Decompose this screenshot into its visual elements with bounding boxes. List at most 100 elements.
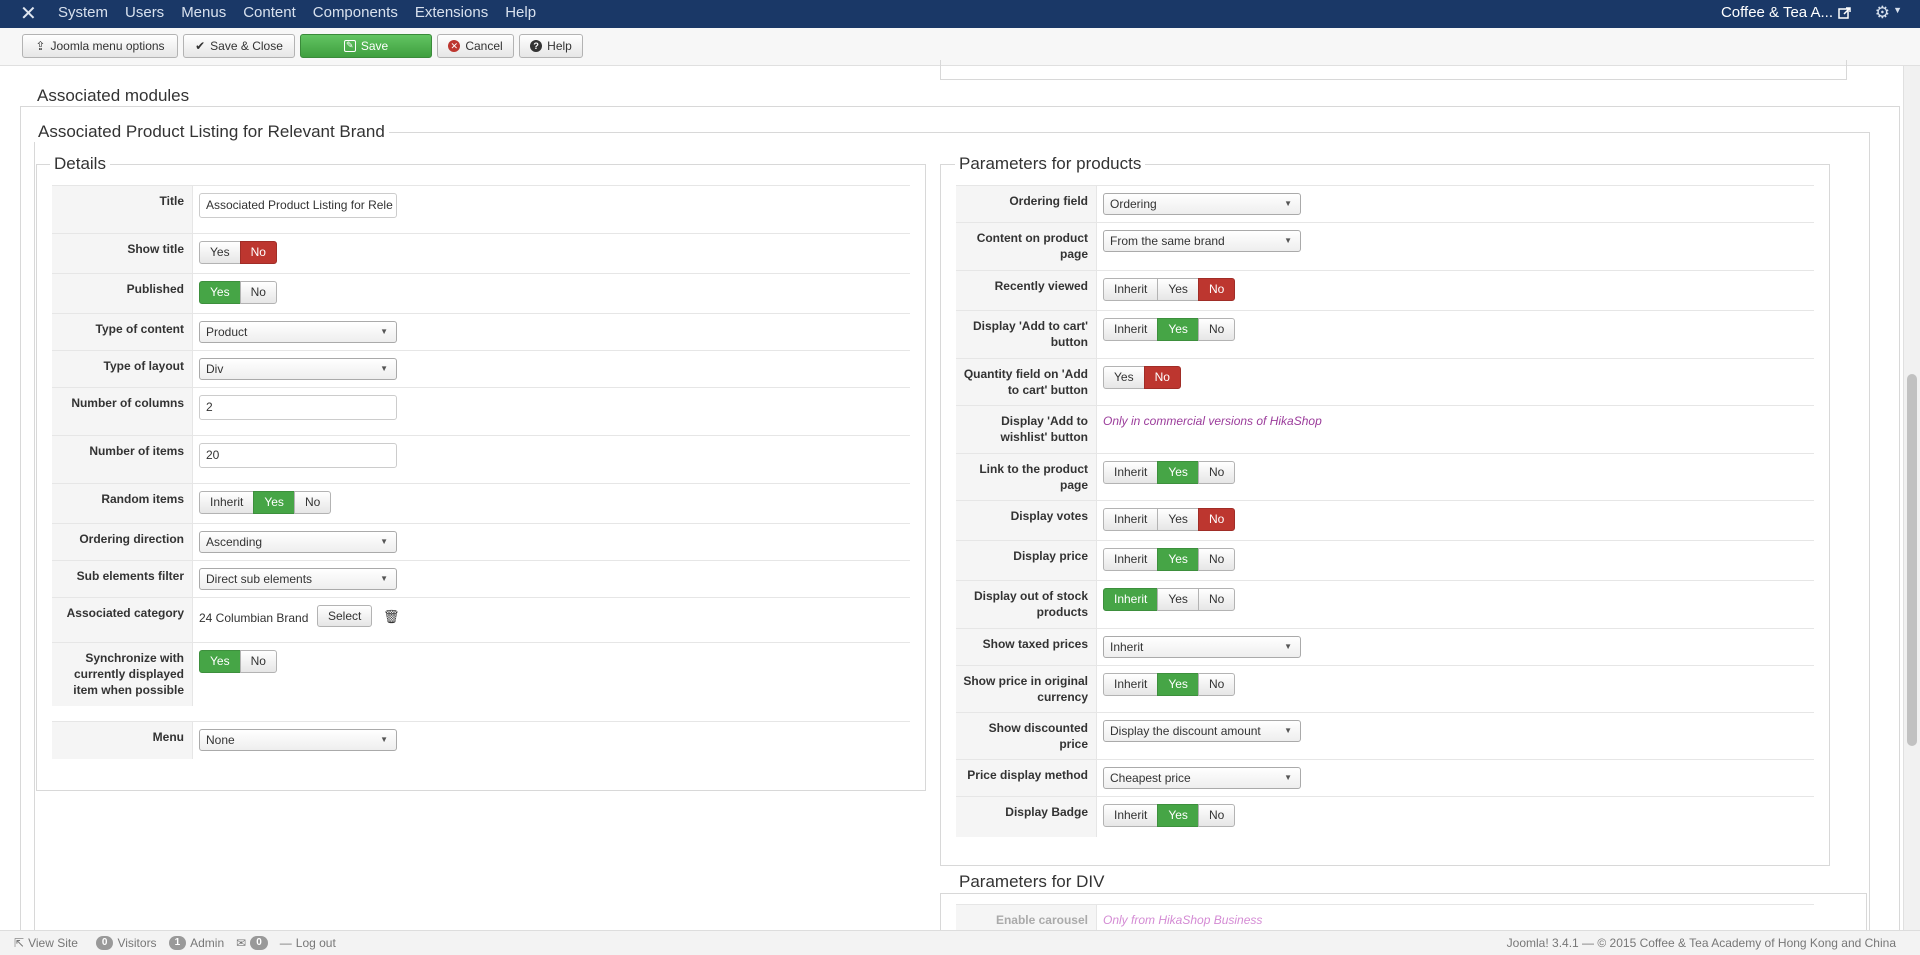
title-input[interactable]: Associated Product Listing for Rele: [199, 193, 397, 218]
row-badge: Display Badge Inherit Yes No: [956, 796, 1814, 837]
taxed-select[interactable]: Inherit ▼: [1103, 636, 1301, 658]
random-items-no[interactable]: No: [293, 491, 332, 514]
row-synchronize: Synchronize with currently displayed ite…: [52, 642, 910, 706]
published-toggle: Yes No: [199, 281, 277, 304]
orig-currency-yes[interactable]: Yes: [1157, 673, 1199, 696]
synchronize-toggle: Yes No: [199, 650, 277, 673]
chevron-down-icon: ▼: [380, 735, 388, 744]
recently-viewed-yes[interactable]: Yes: [1157, 278, 1199, 301]
num-items-input[interactable]: 20: [199, 443, 397, 468]
add-cart-inherit[interactable]: Inherit: [1103, 318, 1159, 341]
type-layout-select[interactable]: Div ▼: [199, 358, 397, 380]
row-recently-viewed: Recently viewed Inherit Yes No: [956, 270, 1814, 310]
row-out-stock: Display out of stock products Inherit Yes…: [956, 580, 1814, 628]
votes-inherit[interactable]: Inherit: [1103, 508, 1159, 531]
external-link-icon: ⇱: [14, 936, 25, 950]
admin-label[interactable]: Admin: [190, 936, 224, 950]
price-inherit[interactable]: Inherit: [1103, 548, 1159, 571]
menu-system[interactable]: System: [58, 0, 108, 28]
envelope-icon[interactable]: ✉: [236, 936, 246, 950]
trash-icon[interactable]: 🗑: [383, 609, 400, 625]
ordering-field-select[interactable]: Ordering ▼: [1103, 193, 1301, 215]
row-taxed: Show taxed prices Inherit ▼: [956, 628, 1814, 665]
synchronize-no[interactable]: No: [239, 650, 277, 673]
visitors-badge: 0: [95, 936, 114, 950]
upper-panel-bottom: [940, 60, 1847, 80]
published-yes[interactable]: Yes: [199, 281, 241, 304]
chevron-down-icon[interactable]: ▼: [1893, 5, 1902, 15]
badge-no[interactable]: No: [1197, 804, 1236, 827]
menu-content[interactable]: Content: [243, 0, 296, 28]
save-close-button[interactable]: ✔ Save & Close: [183, 34, 295, 58]
recently-viewed-inherit[interactable]: Inherit: [1103, 278, 1159, 301]
badge-yes[interactable]: Yes: [1157, 804, 1199, 827]
sub-filter-select[interactable]: Direct sub elements ▼: [199, 568, 397, 590]
qty-field-yes[interactable]: Yes: [1103, 366, 1145, 389]
random-items-inherit[interactable]: Inherit: [199, 491, 255, 514]
menu-select[interactable]: None ▼: [199, 729, 397, 751]
save-button[interactable]: ✎ Save: [300, 34, 432, 58]
messages-badge: 0: [250, 936, 268, 950]
price-yes[interactable]: Yes: [1157, 548, 1199, 571]
badge-inherit[interactable]: Inherit: [1103, 804, 1159, 827]
random-items-yes[interactable]: Yes: [253, 491, 295, 514]
show-title-no[interactable]: No: [239, 241, 277, 264]
link-product-no[interactable]: No: [1197, 461, 1236, 484]
orig-currency-no[interactable]: No: [1197, 673, 1236, 696]
admin-navbar: ✕ System Users Menus Content Components …: [0, 0, 1920, 28]
type-content-select[interactable]: Product ▼: [199, 321, 397, 343]
joomla-logo-icon[interactable]: ✕: [20, 4, 40, 24]
joomla-menu-options-button[interactable]: ⇪ Joomla menu options: [22, 34, 178, 58]
out-stock-no[interactable]: No: [1197, 588, 1236, 611]
recently-viewed-no[interactable]: No: [1197, 278, 1236, 301]
scrollbar-thumb[interactable]: [1907, 374, 1917, 746]
random-items-toggle: Inherit Yes No: [199, 491, 332, 514]
out-stock-inherit[interactable]: Inherit: [1103, 588, 1159, 611]
external-link-icon[interactable]: [1838, 6, 1852, 20]
chevron-down-icon: ▼: [380, 327, 388, 336]
edit-icon: ✎: [343, 40, 356, 52]
visitors-label[interactable]: Visitors: [117, 936, 156, 950]
orig-currency-inherit[interactable]: Inherit: [1103, 673, 1159, 696]
synchronize-yes[interactable]: Yes: [199, 650, 241, 673]
ordering-dir-select[interactable]: Ascending ▼: [199, 531, 397, 553]
chevron-down-icon: ▼: [1284, 773, 1292, 782]
view-site-link[interactable]: View Site: [28, 936, 78, 950]
row-add-cart: Display 'Add to cart' button Inherit Yes N…: [956, 310, 1814, 358]
show-title-toggle: Yes No: [199, 241, 277, 264]
logout-link[interactable]: Log out: [296, 936, 336, 950]
add-cart-yes[interactable]: Yes: [1157, 318, 1199, 341]
cancel-button[interactable]: ✕ Cancel: [437, 34, 514, 58]
price-method-select[interactable]: Cheapest price ▼: [1103, 767, 1301, 789]
menu-components[interactable]: Components: [313, 0, 398, 28]
status-footer: ⇱ View Site 0 Visitors 1 Admin ✉ 0 — Log…: [0, 930, 1920, 955]
show-title-yes[interactable]: Yes: [199, 241, 241, 264]
row-num-items: Number of items 20: [52, 435, 910, 483]
gear-icon[interactable]: ⚙: [1875, 3, 1890, 23]
help-button[interactable]: ? Help: [519, 34, 583, 58]
content-page-select[interactable]: From the same brand ▼: [1103, 230, 1301, 252]
menu-extensions[interactable]: Extensions: [415, 0, 488, 28]
link-product-inherit[interactable]: Inherit: [1103, 461, 1159, 484]
discounted-select[interactable]: Display the discount amount ▼: [1103, 720, 1301, 742]
menu-users[interactable]: Users: [125, 0, 164, 28]
site-name-link[interactable]: Coffee & Tea A...: [1721, 0, 1833, 25]
chevron-down-icon: ▼: [380, 537, 388, 546]
out-stock-yes[interactable]: Yes: [1157, 588, 1199, 611]
num-columns-input[interactable]: 2: [199, 395, 397, 420]
menu-help[interactable]: Help: [505, 0, 536, 28]
footer-left: ⇱ View Site 0 Visitors 1 Admin ✉ 0 — Log…: [14, 936, 336, 950]
link-product-yes[interactable]: Yes: [1157, 461, 1199, 484]
select-category-button[interactable]: Select: [317, 605, 373, 627]
row-votes: Display votes Inherit Yes No: [956, 500, 1814, 540]
qty-field-no[interactable]: No: [1143, 366, 1181, 389]
add-cart-no[interactable]: No: [1197, 318, 1236, 341]
chevron-down-icon: ▼: [1284, 642, 1292, 651]
published-no[interactable]: No: [239, 281, 277, 304]
votes-yes[interactable]: Yes: [1157, 508, 1199, 531]
price-no[interactable]: No: [1197, 548, 1236, 571]
page-scrollbar[interactable]: [1903, 66, 1920, 930]
votes-no[interactable]: No: [1197, 508, 1236, 531]
chevron-down-icon: ▼: [1284, 236, 1292, 245]
menu-menus[interactable]: Menus: [181, 0, 226, 28]
